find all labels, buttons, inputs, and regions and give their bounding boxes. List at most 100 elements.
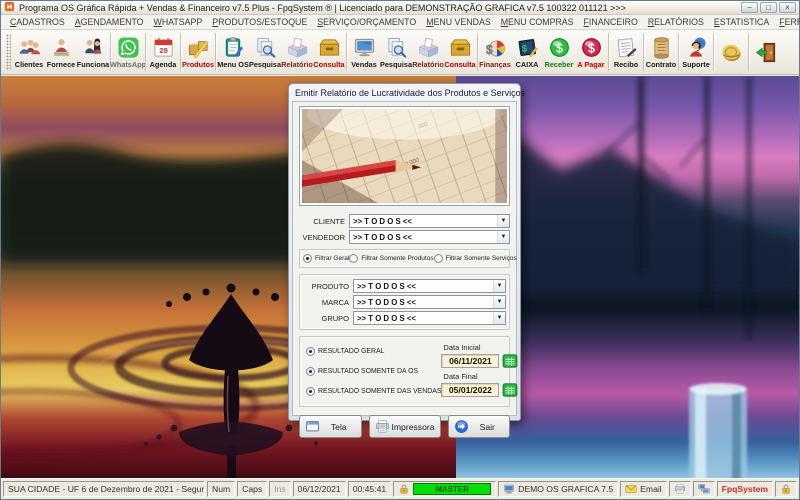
radio-icon — [306, 347, 315, 357]
produto-select[interactable]: >> T O D O S << ▼ — [353, 279, 506, 293]
status-brand: FpqSystem — [716, 481, 773, 497]
toolbar-label: Finanças — [479, 59, 511, 69]
toolbar-label: Relatório — [281, 59, 313, 69]
result-option-2[interactable]: RESULTADO SOMENTE DA OS — [306, 366, 441, 376]
filter-option-2[interactable]: Filtrar Somente Produtos — [349, 254, 434, 263]
menu-item-menu-compras[interactable]: MENU COMPRAS — [496, 17, 579, 27]
toolbar-caixa-button[interactable]: $ CAIXA — [511, 31, 543, 73]
toolbar-clientes-button[interactable]: Clientes — [13, 31, 45, 73]
menu-item-servico-orcamento[interactable]: SERVIÇO/ORÇAMENTO — [312, 17, 421, 27]
consulta-os-icon — [318, 36, 341, 60]
toolbar-contrato-button[interactable]: Contrato — [645, 31, 677, 73]
status-license: DEMO OS GRAFICA 7.5 — [498, 481, 619, 497]
marca-select[interactable]: >> T O D O S << ▼ — [353, 295, 506, 309]
dropdown-arrow-icon[interactable]: ▼ — [497, 215, 509, 227]
impressora-icon — [674, 483, 686, 495]
toolbar-moedas-button[interactable] — [715, 31, 747, 73]
window-close-button[interactable]: × — [779, 2, 796, 13]
toolbar-agenda-button[interactable]: 29 Agenda — [147, 31, 179, 73]
data-inicial-field[interactable]: 06/11/2021 — [441, 354, 500, 368]
menu-item-produtos-estoque[interactable]: PRODUTOS/ESTOQUE — [207, 17, 312, 27]
filter-option-3[interactable]: Filtrar Somente Serviços — [433, 254, 517, 263]
grupo-select[interactable]: >> T O D O S << ▼ — [353, 311, 506, 325]
menu-item-menu-vendas[interactable]: MENU VENDAS — [421, 17, 496, 27]
filter-option-1[interactable]: Filtrar Geral — [303, 254, 349, 263]
toolbar-label: Funciona — [76, 59, 110, 69]
dropdown-arrow-icon[interactable]: ▼ — [493, 312, 505, 324]
status-print — [668, 481, 691, 497]
toolbar-fornece-button[interactable]: Fornece — [45, 31, 77, 73]
toolbar-whatsapp-button[interactable]: WhatsApp — [110, 31, 146, 73]
toolbar-produtos-button[interactable]: Produtos — [182, 31, 214, 73]
radio-icon — [433, 254, 443, 263]
menu-item-whatsapp[interactable]: WHATSAPP — [149, 17, 208, 27]
toolbar-separator — [180, 33, 181, 71]
data-inicial-calendar-button[interactable] — [502, 353, 520, 369]
toolbar-label: Relatório — [412, 59, 444, 69]
toolbar-relatorio-vendas-button[interactable]: Relatório — [412, 31, 444, 73]
toolbar-separator — [678, 33, 679, 71]
toolbar-separator — [145, 33, 146, 71]
toolbar-vendas-button[interactable]: Vendas — [348, 31, 380, 73]
produtos-icon — [187, 36, 210, 60]
result-option-3[interactable]: RESULTADO SOMENTE DAS VENDAS — [306, 386, 441, 396]
sair-button[interactable]: Sair — [447, 415, 511, 438]
network-icon — [698, 483, 710, 495]
window-maximize-button[interactable]: □ — [760, 2, 777, 13]
vendedor-label: VENDEDOR — [302, 232, 345, 242]
toolbar-drag-handle[interactable] — [6, 34, 11, 70]
toolbar-financas-button[interactable]: $ Finanças — [479, 31, 511, 73]
toolbar-relatorio-os-button[interactable]: Relatório — [281, 31, 313, 73]
filter-options-group: Filtrar Geral Filtrar Somente Produtos Fil… — [299, 249, 517, 268]
whatsapp-icon — [117, 36, 140, 60]
window-controls: − □ × — [739, 2, 796, 13]
status-ins: Ins — [269, 481, 291, 497]
toolbar-separator — [477, 33, 478, 71]
tela-button[interactable]: Tela — [299, 415, 362, 438]
menu-item-estatistica[interactable]: ESTATISTICA — [709, 17, 774, 27]
toolbar-receber-button[interactable]: $ Receber — [543, 31, 575, 73]
toolbar-recibo-button[interactable]: Recibo — [610, 31, 642, 73]
window-minimize-button[interactable]: − — [741, 2, 758, 13]
svg-text:$: $ — [521, 43, 527, 54]
radio-icon — [303, 254, 312, 263]
data-final-field[interactable]: 05/01/2022 — [441, 383, 500, 397]
radio-icon — [306, 386, 315, 396]
data-final-calendar-button[interactable] — [502, 382, 520, 398]
menu-item-relatorios[interactable]: RELATÓRIOS — [643, 17, 709, 27]
dropdown-arrow-icon[interactable]: ▼ — [493, 296, 505, 308]
toolbar: Clientes Fornece Funciona WhatsApp 29 Agenda P… — [1, 30, 799, 75]
toolbar-sair-sistema-button[interactable] — [750, 31, 782, 73]
marca-label: MARCA — [321, 297, 349, 307]
impressora-button[interactable]: Impressora — [368, 415, 441, 438]
toolbar-funciona-button[interactable]: Funciona — [77, 31, 109, 73]
status-time: 00:45:41 — [347, 481, 392, 497]
dropdown-arrow-icon[interactable]: ▼ — [497, 231, 509, 243]
menu-item-ferramentas[interactable]: FERRAMENTAS — [774, 17, 800, 27]
status-net — [692, 481, 715, 497]
dialog-header-image: 300 360,000 86,300 24,300 — [299, 106, 510, 206]
toolbar-label: Receber — [544, 59, 574, 69]
funciona-icon — [82, 36, 105, 60]
toolbar-consulta-vendas-button[interactable]: Consulta — [444, 31, 476, 73]
result-options-group: RESULTADO GERAL RESULTADO SOMENTE DA OS RE… — [299, 336, 518, 407]
toolbar-a-pagar-button[interactable]: $ A Pagar — [575, 31, 607, 73]
moedas-icon — [720, 40, 743, 64]
menu-item-financeiro[interactable]: FINANCEIRO — [579, 17, 643, 27]
toolbar-separator — [713, 33, 714, 71]
toolbar-pesquisa-os-button[interactable]: Pesquisa — [249, 31, 281, 73]
status-email: Email — [620, 481, 667, 497]
cliente-select[interactable]: >> T O D O S << ▼ — [349, 214, 510, 228]
vendedor-select[interactable]: >> T O D O S << ▼ — [349, 230, 510, 244]
result-option-1[interactable]: RESULTADO GERAL — [306, 347, 441, 357]
menu-item-cadastros[interactable]: CADASTROS — [5, 17, 70, 27]
menu-item-agendamento[interactable]: AGENDAMENTO — [70, 17, 149, 27]
toolbar-label: Agenda — [149, 59, 177, 69]
toolbar-separator — [643, 33, 644, 71]
toolbar-suporte-button[interactable]: Suporte — [680, 31, 712, 73]
toolbar-menu-os-button[interactable]: Menu OS — [217, 31, 249, 73]
status-bar: SUA CIDADE - UF 6 de Dezembro de 2021 - … — [1, 478, 799, 499]
toolbar-consulta-os-button[interactable]: Consulta — [313, 31, 345, 73]
dropdown-arrow-icon[interactable]: ▼ — [493, 280, 505, 292]
toolbar-pesquisa-vendas-button[interactable]: Pesquisa — [380, 31, 412, 73]
